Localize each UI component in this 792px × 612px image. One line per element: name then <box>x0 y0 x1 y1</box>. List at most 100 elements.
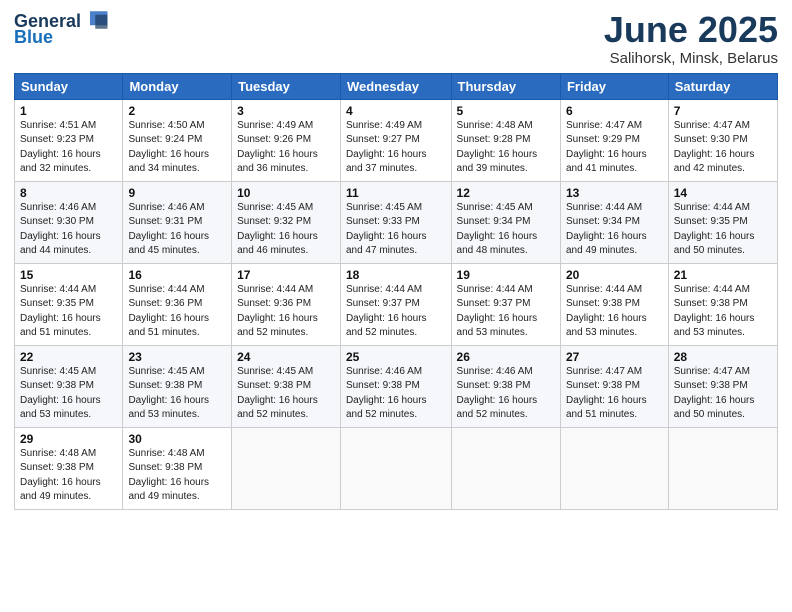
table-cell <box>668 427 777 509</box>
day-info: Sunrise: 4:47 AMSunset: 9:38 PMDaylight:… <box>674 366 755 421</box>
day-number: 17 <box>237 268 335 282</box>
table-cell: 14 Sunrise: 4:44 AMSunset: 9:35 PMDaylig… <box>668 181 777 263</box>
day-info: Sunrise: 4:46 AMSunset: 9:38 PMDaylight:… <box>457 366 538 421</box>
table-cell: 13 Sunrise: 4:44 AMSunset: 9:34 PMDaylig… <box>560 181 668 263</box>
day-number: 1 <box>20 104 117 118</box>
day-number: 18 <box>346 268 446 282</box>
col-friday: Friday <box>560 73 668 99</box>
table-cell: 17 Sunrise: 4:44 AMSunset: 9:36 PMDaylig… <box>232 263 341 345</box>
table-cell: 28 Sunrise: 4:47 AMSunset: 9:38 PMDaylig… <box>668 345 777 427</box>
day-number: 13 <box>566 186 663 200</box>
table-cell: 30 Sunrise: 4:48 AMSunset: 9:38 PMDaylig… <box>123 427 232 509</box>
day-number: 27 <box>566 350 663 364</box>
day-number: 22 <box>20 350 117 364</box>
day-number: 20 <box>566 268 663 282</box>
day-number: 11 <box>346 186 446 200</box>
table-cell: 23 Sunrise: 4:45 AMSunset: 9:38 PMDaylig… <box>123 345 232 427</box>
day-info: Sunrise: 4:45 AMSunset: 9:38 PMDaylight:… <box>20 366 101 421</box>
day-number: 4 <box>346 104 446 118</box>
day-info: Sunrise: 4:48 AMSunset: 9:28 PMDaylight:… <box>457 120 538 175</box>
day-info: Sunrise: 4:44 AMSunset: 9:36 PMDaylight:… <box>237 284 318 339</box>
day-number: 3 <box>237 104 335 118</box>
table-cell: 3 Sunrise: 4:49 AMSunset: 9:26 PMDayligh… <box>232 99 341 181</box>
day-number: 29 <box>20 432 117 446</box>
day-info: Sunrise: 4:44 AMSunset: 9:35 PMDaylight:… <box>20 284 101 339</box>
day-info: Sunrise: 4:48 AMSunset: 9:38 PMDaylight:… <box>20 448 101 503</box>
day-number: 8 <box>20 186 117 200</box>
table-cell: 29 Sunrise: 4:48 AMSunset: 9:38 PMDaylig… <box>15 427 123 509</box>
table-cell: 12 Sunrise: 4:45 AMSunset: 9:34 PMDaylig… <box>451 181 560 263</box>
table-cell: 10 Sunrise: 4:45 AMSunset: 9:32 PMDaylig… <box>232 181 341 263</box>
table-cell <box>232 427 341 509</box>
day-info: Sunrise: 4:45 AMSunset: 9:33 PMDaylight:… <box>346 202 427 257</box>
day-info: Sunrise: 4:44 AMSunset: 9:37 PMDaylight:… <box>346 284 427 339</box>
col-monday: Monday <box>123 73 232 99</box>
table-cell: 1 Sunrise: 4:51 AMSunset: 9:23 PMDayligh… <box>15 99 123 181</box>
table-cell: 24 Sunrise: 4:45 AMSunset: 9:38 PMDaylig… <box>232 345 341 427</box>
day-number: 26 <box>457 350 555 364</box>
col-saturday: Saturday <box>668 73 777 99</box>
day-info: Sunrise: 4:45 AMSunset: 9:38 PMDaylight:… <box>128 366 209 421</box>
day-number: 21 <box>674 268 772 282</box>
day-info: Sunrise: 4:44 AMSunset: 9:34 PMDaylight:… <box>566 202 647 257</box>
day-number: 23 <box>128 350 226 364</box>
table-cell <box>340 427 451 509</box>
logo-text2: Blue <box>14 28 53 48</box>
day-number: 15 <box>20 268 117 282</box>
page-container: General Blue June 2025 Salihorsk, Minsk,… <box>0 0 792 520</box>
location: Salihorsk, Minsk, Belarus <box>604 50 778 67</box>
day-number: 25 <box>346 350 446 364</box>
calendar-table: Sunday Monday Tuesday Wednesday Thursday… <box>14 73 778 510</box>
day-number: 9 <box>128 186 226 200</box>
day-info: Sunrise: 4:49 AMSunset: 9:27 PMDaylight:… <box>346 120 427 175</box>
col-wednesday: Wednesday <box>340 73 451 99</box>
table-cell: 6 Sunrise: 4:47 AMSunset: 9:29 PMDayligh… <box>560 99 668 181</box>
day-info: Sunrise: 4:44 AMSunset: 9:38 PMDaylight:… <box>566 284 647 339</box>
day-number: 5 <box>457 104 555 118</box>
day-info: Sunrise: 4:48 AMSunset: 9:38 PMDaylight:… <box>128 448 209 503</box>
day-info: Sunrise: 4:44 AMSunset: 9:36 PMDaylight:… <box>128 284 209 339</box>
col-tuesday: Tuesday <box>232 73 341 99</box>
day-info: Sunrise: 4:51 AMSunset: 9:23 PMDaylight:… <box>20 120 101 175</box>
day-info: Sunrise: 4:50 AMSunset: 9:24 PMDaylight:… <box>128 120 209 175</box>
day-info: Sunrise: 4:44 AMSunset: 9:35 PMDaylight:… <box>674 202 755 257</box>
table-cell: 27 Sunrise: 4:47 AMSunset: 9:38 PMDaylig… <box>560 345 668 427</box>
day-info: Sunrise: 4:46 AMSunset: 9:38 PMDaylight:… <box>346 366 427 421</box>
title-block: June 2025 Salihorsk, Minsk, Belarus <box>604 10 778 67</box>
day-number: 6 <box>566 104 663 118</box>
logo-icon <box>83 6 111 34</box>
day-info: Sunrise: 4:45 AMSunset: 9:38 PMDaylight:… <box>237 366 318 421</box>
table-cell: 2 Sunrise: 4:50 AMSunset: 9:24 PMDayligh… <box>123 99 232 181</box>
table-cell: 7 Sunrise: 4:47 AMSunset: 9:30 PMDayligh… <box>668 99 777 181</box>
day-info: Sunrise: 4:45 AMSunset: 9:32 PMDaylight:… <box>237 202 318 257</box>
day-info: Sunrise: 4:47 AMSunset: 9:30 PMDaylight:… <box>674 120 755 175</box>
day-number: 12 <box>457 186 555 200</box>
table-cell: 19 Sunrise: 4:44 AMSunset: 9:37 PMDaylig… <box>451 263 560 345</box>
day-info: Sunrise: 4:46 AMSunset: 9:31 PMDaylight:… <box>128 202 209 257</box>
table-cell <box>451 427 560 509</box>
table-cell: 16 Sunrise: 4:44 AMSunset: 9:36 PMDaylig… <box>123 263 232 345</box>
logo: General Blue <box>14 10 111 48</box>
day-number: 16 <box>128 268 226 282</box>
calendar-header-row: Sunday Monday Tuesday Wednesday Thursday… <box>15 73 778 99</box>
month-title: June 2025 <box>604 10 778 50</box>
day-number: 10 <box>237 186 335 200</box>
day-info: Sunrise: 4:47 AMSunset: 9:29 PMDaylight:… <box>566 120 647 175</box>
table-cell: 11 Sunrise: 4:45 AMSunset: 9:33 PMDaylig… <box>340 181 451 263</box>
table-cell: 26 Sunrise: 4:46 AMSunset: 9:38 PMDaylig… <box>451 345 560 427</box>
day-number: 2 <box>128 104 226 118</box>
col-sunday: Sunday <box>15 73 123 99</box>
day-info: Sunrise: 4:45 AMSunset: 9:34 PMDaylight:… <box>457 202 538 257</box>
day-number: 19 <box>457 268 555 282</box>
table-cell: 22 Sunrise: 4:45 AMSunset: 9:38 PMDaylig… <box>15 345 123 427</box>
table-cell: 5 Sunrise: 4:48 AMSunset: 9:28 PMDayligh… <box>451 99 560 181</box>
header: General Blue June 2025 Salihorsk, Minsk,… <box>14 10 778 67</box>
day-number: 28 <box>674 350 772 364</box>
table-cell: 15 Sunrise: 4:44 AMSunset: 9:35 PMDaylig… <box>15 263 123 345</box>
day-info: Sunrise: 4:44 AMSunset: 9:38 PMDaylight:… <box>674 284 755 339</box>
table-cell: 4 Sunrise: 4:49 AMSunset: 9:27 PMDayligh… <box>340 99 451 181</box>
table-cell: 8 Sunrise: 4:46 AMSunset: 9:30 PMDayligh… <box>15 181 123 263</box>
table-cell: 18 Sunrise: 4:44 AMSunset: 9:37 PMDaylig… <box>340 263 451 345</box>
day-info: Sunrise: 4:47 AMSunset: 9:38 PMDaylight:… <box>566 366 647 421</box>
col-thursday: Thursday <box>451 73 560 99</box>
